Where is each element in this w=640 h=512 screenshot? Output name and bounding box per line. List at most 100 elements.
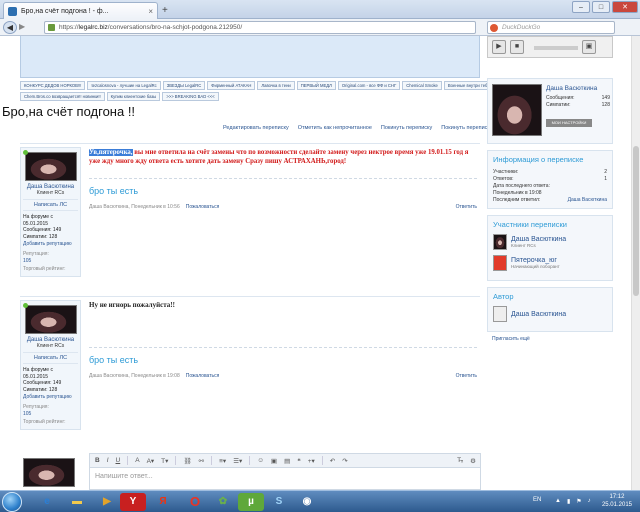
link-icon[interactable]: ⛓ <box>183 457 191 465</box>
font-icon[interactable]: T▾ <box>161 457 168 465</box>
image-icon[interactable]: ▣ <box>271 457 277 465</box>
volume-icon[interactable]: ♪ <box>588 498 591 505</box>
media-icon[interactable]: ▤ <box>284 457 290 465</box>
clock[interactable]: 17:12 25.01.2015 <box>602 493 632 509</box>
profile-name[interactable]: Даша Васюткина <box>546 85 597 92</box>
stop-icon[interactable]: ■ <box>510 40 524 54</box>
reply-link[interactable]: Ответить <box>456 373 477 379</box>
skype-icon[interactable]: S <box>266 493 292 511</box>
ie-icon[interactable]: e <box>34 493 60 511</box>
nav-link[interactable]: ЗВЕЗДЫ LegalRC <box>162 81 206 90</box>
align-icon[interactable]: ≡▾ <box>219 457 226 465</box>
tray-arrow-icon[interactable]: ▲ <box>555 498 561 505</box>
opera-icon[interactable]: O <box>182 493 208 511</box>
reply-input[interactable]: Напишите ответ... <box>89 468 481 490</box>
nav-link[interactable]: Chemical Smoke <box>402 81 442 90</box>
forward-button[interactable]: ▶ <box>19 22 25 31</box>
add-reputation-link[interactable]: Добавить репутацию <box>23 394 78 400</box>
nav-link[interactable]: Лавочка в тени <box>257 81 295 90</box>
back-button[interactable]: ◀ <box>3 21 17 34</box>
author-item[interactable]: Даша Васюткина <box>493 306 607 322</box>
flag-icon[interactable]: ⚑ <box>576 498 581 505</box>
remove-format-icon[interactable]: T̶ₓ <box>457 457 463 464</box>
font-size-icon[interactable]: A▾ <box>147 457 155 465</box>
url-path: /conversations/bro-na-schjot-podgona.212… <box>107 24 243 31</box>
close-tab-icon[interactable]: × <box>148 7 153 16</box>
leave-conversation-link[interactable]: Покинуть переписку <box>381 125 432 131</box>
nav-link[interactable]: Chem.Bros.co возвращается!! новинки!! <box>20 92 105 101</box>
quote-icon[interactable]: ❝ <box>297 457 301 465</box>
volume-slider[interactable] <box>534 46 578 50</box>
network-icon[interactable]: ▮ <box>567 498 570 505</box>
mark-unread-link[interactable]: Отметить как непрочитанное <box>298 125 372 131</box>
start-button[interactable] <box>2 492 22 512</box>
last-replier-row: Последним ответил: Даша Васюткина <box>493 197 607 204</box>
nav-link[interactable]: tezcalosnova - лучшие на LegalRc <box>87 81 161 90</box>
firefox-icon[interactable]: ◉ <box>294 493 320 511</box>
edit-conversation-link[interactable]: Редактировать переписку <box>223 125 289 131</box>
text-color-icon[interactable]: A <box>135 457 139 464</box>
participant-role: Начинающий лоборант <box>511 264 560 269</box>
profile-likes: Симпатии: 128 <box>546 102 610 108</box>
participant-item[interactable]: Даша Васюткина Клиент RCs <box>493 234 607 250</box>
list-icon[interactable]: ☰▾ <box>233 457 242 465</box>
play-icon[interactable]: ▶ <box>492 40 506 54</box>
undo-icon[interactable]: ↶ <box>330 457 335 465</box>
likes-label: Симпатии: <box>23 233 48 240</box>
insert-icon[interactable]: +▾ <box>308 457 315 465</box>
my-settings-button[interactable]: МОИ НАСТРОЙКИ <box>546 119 592 127</box>
browser-tab[interactable]: Бро,на счёт подгона ! - ф... × <box>3 2 158 19</box>
report-link[interactable]: Пожаловаться <box>186 373 220 379</box>
invite-more-link[interactable]: Пригласить ещё <box>487 336 613 342</box>
yandex-browser-icon[interactable]: Я <box>150 493 176 511</box>
reputation-value[interactable]: 105 <box>23 258 78 265</box>
toggle-bbcode-icon[interactable]: ⚙ <box>470 457 476 465</box>
messages-count: 149 <box>52 227 62 233</box>
page-scrollbar[interactable] <box>631 36 640 490</box>
media-icon[interactable]: ▶ <box>94 493 120 511</box>
utorrent-icon[interactable]: µ <box>238 493 264 511</box>
close-window-button[interactable]: ✕ <box>612 1 638 13</box>
game-icon[interactable]: ✿ <box>210 493 236 511</box>
redo-icon[interactable]: ↷ <box>342 457 347 465</box>
address-bar[interactable]: https://legalrc.biz/conversations/bro-na… <box>44 21 476 34</box>
signature: бро ты есть <box>89 355 139 365</box>
expand-icon[interactable]: ▣ <box>582 40 596 54</box>
participant-name[interactable]: Пятерочка_юг <box>511 257 560 264</box>
nav-link[interactable]: Original.com - все ФФ и СНГ <box>337 81 401 90</box>
explorer-icon[interactable]: ▬ <box>64 493 90 511</box>
profile-avatar[interactable] <box>492 84 542 136</box>
last-replier-link[interactable]: Даша Васюткина <box>568 197 607 204</box>
add-reputation-link[interactable]: Добавить репутацию <box>23 241 78 247</box>
bold-icon[interactable]: B <box>95 457 100 464</box>
reputation-value[interactable]: 105 <box>23 411 78 418</box>
avatar[interactable] <box>22 150 77 181</box>
post-author-date[interactable]: Даша Васюткина, Понедельник в 19:08 <box>89 373 180 379</box>
minimize-button[interactable]: – <box>572 1 590 13</box>
author-name[interactable]: Даша Васюткина <box>511 311 566 318</box>
search-input[interactable]: DuckDuckGo <box>487 21 615 34</box>
report-link[interactable]: Пожаловаться <box>186 204 220 210</box>
write-pm-button[interactable]: Написать ЛС <box>23 352 78 364</box>
leave-conversation-link-2[interactable]: Покинуть переписку <box>441 125 492 131</box>
underline-icon[interactable]: U <box>116 457 121 464</box>
post-author-date[interactable]: Даша Васюткина, Понедельник в 10:56 <box>89 204 180 210</box>
nav-link[interactable]: Купим клиентские базы <box>106 92 161 101</box>
smiley-icon[interactable]: ☺ <box>257 457 264 464</box>
language-indicator[interactable]: EN <box>533 497 541 503</box>
maximize-button[interactable]: □ <box>592 1 610 13</box>
unlink-icon[interactable]: ⚯ <box>199 457 204 465</box>
avatar[interactable] <box>22 303 77 334</box>
italic-icon[interactable]: I <box>107 457 109 464</box>
reply-link[interactable]: Ответить <box>456 204 477 210</box>
new-tab-button[interactable]: + <box>162 5 168 16</box>
participant-name[interactable]: Даша Васюткина <box>511 236 566 243</box>
nav-link[interactable]: Фирменный АТАКАН <box>207 81 256 90</box>
nav-link[interactable]: ПЕРВЫЙ МЕДЛ <box>296 81 336 90</box>
write-pm-button[interactable]: Написать ЛС <box>23 199 78 211</box>
nav-link[interactable]: >>> BREAKING BAD <<< <box>162 92 219 101</box>
scrollbar-thumb[interactable] <box>633 146 639 296</box>
participant-item[interactable]: Пятерочка_юг Начинающий лоборант <box>493 255 607 271</box>
nav-link[interactable]: КОНКУРС ДЕДОВ НОРКОВ!!! <box>20 81 86 90</box>
yandex-icon[interactable]: Y <box>120 493 146 511</box>
